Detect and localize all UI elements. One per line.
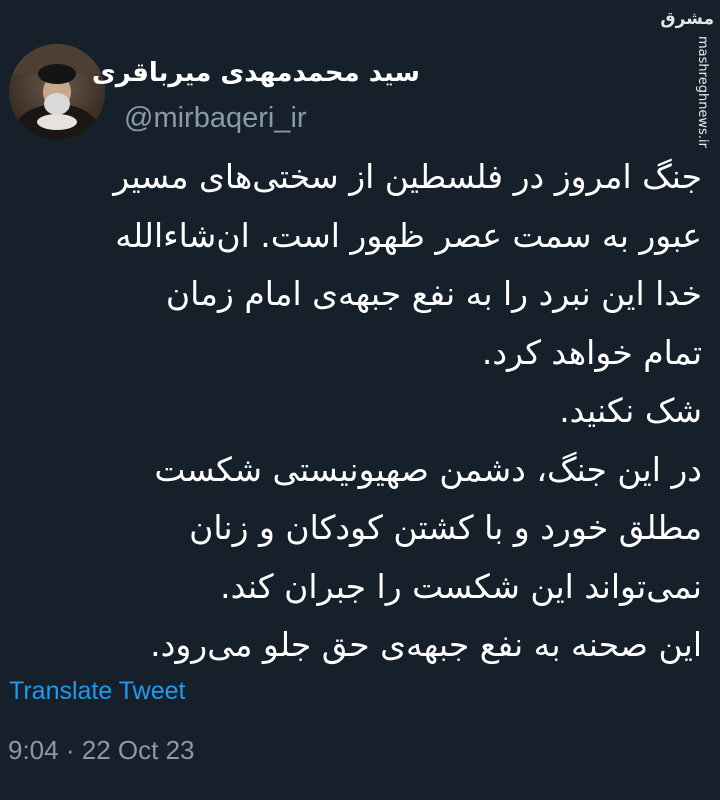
tweet-line: تمام خواهد کرد. xyxy=(481,332,702,372)
tweet-line: خدا این نبرد را به نفع جبهه‌ی امام زمان xyxy=(165,274,702,313)
tweet-line: نمی‌تواند این شکست را جبران کند. xyxy=(220,566,702,606)
tweet-text: جنگ امروز در فلسطین از سختی‌های مسیر عبور… xyxy=(16,148,702,675)
profile-photo-icon xyxy=(9,44,105,140)
author-display-name[interactable]: سید محمدمهدی میرباقری xyxy=(92,56,420,90)
watermark-logo: مشرق xyxy=(660,9,714,29)
tweet-time: 9:04 xyxy=(8,735,59,765)
tweet-line: این صحنه به نفع جبهه‌ی حق جلو می‌رود. xyxy=(150,625,702,664)
watermark: مشرق mashreghnews.ir xyxy=(660,8,714,148)
timestamp-separator: · xyxy=(65,735,75,765)
tweet-line: جنگ امروز در فلسطین از سختی‌های مسیر xyxy=(113,157,702,196)
watermark-url: mashreghnews.ir xyxy=(695,36,710,148)
tweet-line: مطلق خورد و با کشتن کودکان و زنان xyxy=(189,508,702,547)
tweet-timestamp[interactable]: 9:04 · 22 Oct 23 xyxy=(8,733,194,767)
translate-tweet-link[interactable]: Translate Tweet xyxy=(9,674,185,708)
tweet-line: شک نکنید. xyxy=(559,391,702,430)
author-handle[interactable]: @mirbaqeri_ir xyxy=(124,100,307,136)
tweet-line: در این جنگ، دشمن صهیونیستی شکست xyxy=(154,449,702,489)
tweet-date: 22 Oct 23 xyxy=(81,735,195,765)
avatar[interactable] xyxy=(9,44,105,140)
tweet-line: عبور به سمت عصر ظهور است. ان‌شاءالله xyxy=(115,215,702,255)
